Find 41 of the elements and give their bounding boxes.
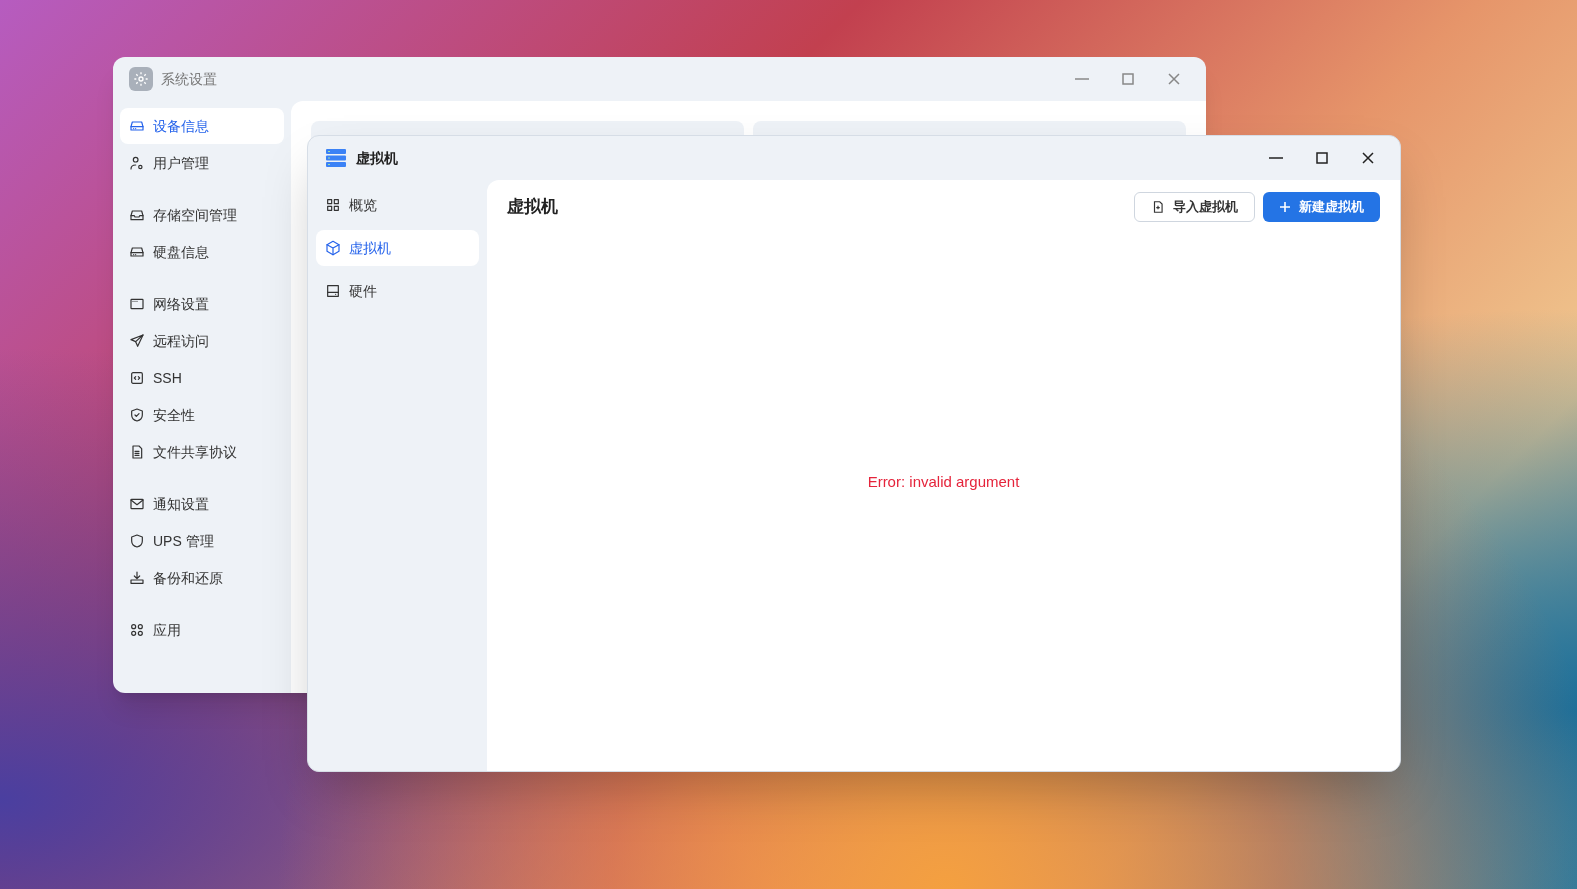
sidebar-item[interactable]: 概览 bbox=[316, 187, 479, 223]
error-message: Error: invalid argument bbox=[867, 472, 1020, 493]
drive-icon bbox=[325, 283, 341, 299]
sidebar-item[interactable]: 网络设置 bbox=[120, 286, 284, 322]
gear-icon bbox=[129, 67, 153, 91]
plus-icon bbox=[1279, 201, 1291, 213]
sidebar-item[interactable]: 硬件 bbox=[316, 273, 479, 309]
sidebar-item[interactable]: 虚拟机 bbox=[316, 230, 479, 266]
mail-icon bbox=[129, 496, 145, 512]
sidebar-item[interactable]: 文件共享协议 bbox=[120, 434, 284, 470]
sidebar-item[interactable]: 备份和还原 bbox=[120, 560, 284, 596]
apps-icon bbox=[129, 622, 145, 638]
sidebar-item[interactable]: 应用 bbox=[120, 612, 284, 648]
import-vm-button[interactable]: 导入虚拟机 bbox=[1134, 192, 1255, 222]
window-title: 虚拟机 bbox=[356, 148, 398, 168]
code-icon bbox=[129, 370, 145, 386]
sidebar-item[interactable]: 通知设置 bbox=[120, 486, 284, 522]
sidebar-item[interactable]: 硬盘信息 bbox=[120, 234, 284, 270]
inbox-icon bbox=[129, 207, 145, 223]
download-tray-icon bbox=[129, 570, 145, 586]
shield-check-icon bbox=[129, 407, 145, 423]
sidebar-item[interactable]: UPS 管理 bbox=[120, 523, 284, 559]
window-icon bbox=[129, 296, 145, 312]
drive-icon bbox=[129, 118, 145, 134]
document-icon bbox=[129, 444, 145, 460]
new-vm-button[interactable]: 新建虚拟机 bbox=[1263, 192, 1380, 222]
drive-icon bbox=[129, 244, 145, 260]
sidebar-item[interactable]: 存储空间管理 bbox=[120, 197, 284, 233]
sidebar-item[interactable]: SSH bbox=[120, 360, 284, 396]
grid-icon bbox=[325, 197, 341, 213]
server-stack-icon bbox=[324, 146, 348, 170]
sidebar-item[interactable]: 用户管理 bbox=[120, 145, 284, 181]
window-title: 系统设置 bbox=[161, 69, 217, 89]
shield-icon bbox=[129, 533, 145, 549]
sidebar-item[interactable]: 安全性 bbox=[120, 397, 284, 433]
page-heading: 虚拟机 bbox=[507, 196, 558, 219]
cube-icon bbox=[325, 240, 341, 256]
send-icon bbox=[129, 333, 145, 349]
sidebar-item[interactable]: 设备信息 bbox=[120, 108, 284, 144]
sidebar-item[interactable]: 远程访问 bbox=[120, 323, 284, 359]
file-plus-icon bbox=[1151, 200, 1165, 214]
